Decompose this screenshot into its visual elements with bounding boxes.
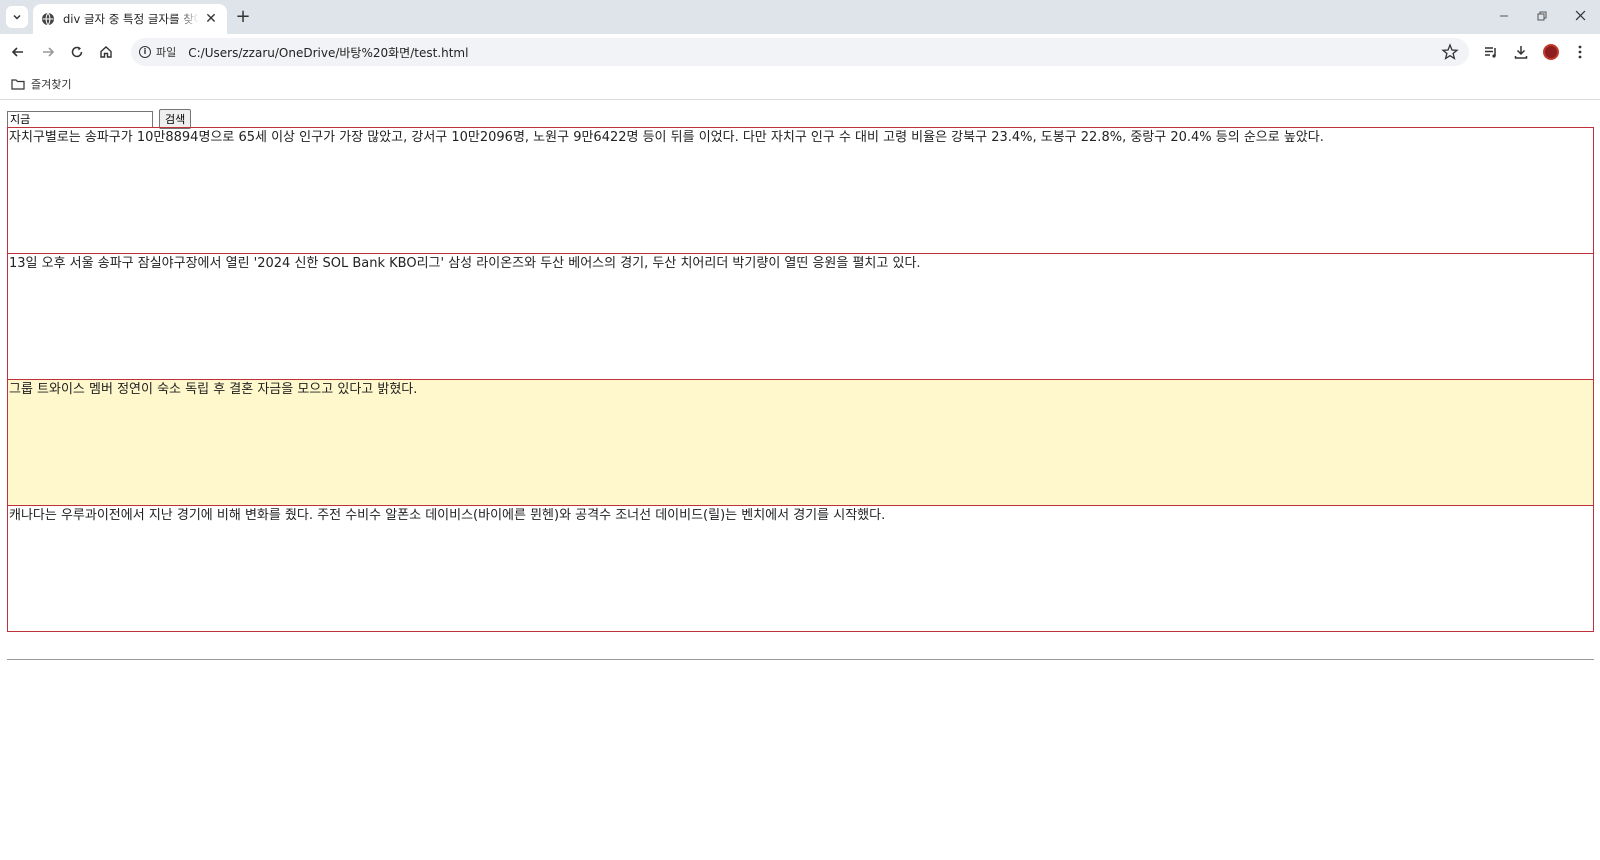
- browser-toolbar: i 파일 C:/Users/zzaru/OneDrive/바탕%20화면/tes…: [0, 34, 1600, 70]
- home-icon: [100, 46, 112, 58]
- home-button[interactable]: [96, 42, 116, 62]
- restore-button[interactable]: [1530, 6, 1554, 28]
- paragraph-box: 13일 오후 서울 송파구 잠실야구장에서 열린 '2024 신한 SOL Ba…: [7, 253, 1594, 380]
- paragraph-box: 자치구별로는 송파구가 10만8894명으로 65세 이상 인구가 가장 많았고…: [7, 127, 1594, 254]
- bookmark-folder-favorites[interactable]: 즐겨찾기: [11, 76, 71, 92]
- forward-button[interactable]: [38, 42, 58, 62]
- tab-title: div 글자 중 특정 글자를 찾아 ㅂ: [63, 12, 199, 26]
- url-text[interactable]: C:/Users/zzaru/OneDrive/바탕%20화면/test.htm…: [188, 44, 468, 61]
- paragraph-list: 자치구별로는 송파구가 10만8894명으로 65세 이상 인구가 가장 많았고…: [7, 127, 1594, 632]
- restore-icon: [1537, 11, 1547, 21]
- bookmark-star-icon[interactable]: [1441, 43, 1459, 61]
- divider: [7, 659, 1594, 660]
- arrow-right-icon: [43, 47, 55, 57]
- search-input[interactable]: [7, 110, 153, 128]
- close-window-button[interactable]: [1568, 6, 1592, 28]
- info-icon: i: [139, 46, 151, 58]
- address-bar[interactable]: i 파일 C:/Users/zzaru/OneDrive/바탕%20화면/tes…: [131, 38, 1469, 66]
- site-info-chip[interactable]: i 파일: [139, 44, 176, 60]
- bookmarks-bar: 즐겨찾기: [0, 70, 1600, 100]
- reload-icon: [71, 46, 83, 58]
- media-control-button[interactable]: [1481, 42, 1501, 62]
- tab-search-button[interactable]: [6, 6, 28, 28]
- search-button[interactable]: 검색: [159, 109, 192, 129]
- avatar: [1543, 44, 1559, 60]
- new-tab-button[interactable]: +: [232, 7, 254, 29]
- chevron-down-icon: [13, 14, 21, 20]
- browser-tab[interactable]: div 글자 중 특정 글자를 찾아 ㅂ ✕: [33, 4, 227, 34]
- playlist-icon: [1485, 47, 1496, 58]
- site-info-label: 파일: [156, 46, 177, 59]
- profile-button[interactable]: [1541, 42, 1561, 62]
- more-vertical-icon: [1578, 45, 1582, 59]
- download-icon: [1514, 46, 1528, 59]
- tab-strip: div 글자 중 특정 글자를 찾아 ㅂ ✕ +: [0, 0, 1600, 34]
- search-form: 검색: [7, 109, 192, 129]
- paragraph-box-highlighted: 그룹 트와이스 멤버 정연이 숙소 독립 후 결혼 자금을 모으고 있다고 밝혔…: [7, 379, 1594, 506]
- minimize-icon: [1500, 15, 1508, 17]
- tab-close-icon[interactable]: ✕: [203, 11, 219, 27]
- minimize-button[interactable]: [1492, 6, 1516, 28]
- back-button[interactable]: [8, 42, 28, 62]
- bookmark-folder-label: 즐겨찾기: [31, 78, 72, 91]
- close-icon: [1575, 10, 1585, 21]
- downloads-button[interactable]: [1511, 42, 1531, 62]
- paragraph-box: 캐나다는 우루과이전에서 지난 경기에 비해 변화를 줬다. 주전 수비수 알폰…: [7, 505, 1594, 632]
- reload-button[interactable]: [67, 42, 87, 62]
- folder-icon: [11, 79, 25, 90]
- arrow-left-icon: [11, 47, 23, 57]
- globe-icon: [42, 12, 54, 26]
- page-content: 검색 자치구별로는 송파구가 10만8894명으로 65세 이상 인구가 가장 …: [0, 101, 1600, 860]
- menu-button[interactable]: [1570, 42, 1590, 62]
